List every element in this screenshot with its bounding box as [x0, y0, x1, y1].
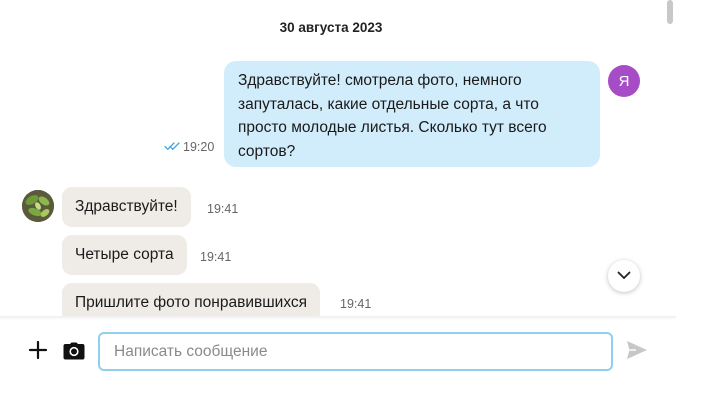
incoming-message-bubble: Пришлите фото понравившихся: [62, 283, 321, 316]
chevron-down-icon: [617, 267, 631, 285]
outgoing-message-line: запуталась, какие отдельные сорта, а что: [238, 95, 539, 113]
chat-messages-area[interactable]: 30 августа 2023 Я Здравствуйте! смотрела…: [0, 0, 676, 316]
outgoing-message-line: просто молодые листья. Сколько тут всего: [238, 119, 547, 137]
camera-icon: [63, 342, 85, 365]
incoming-message-bubble: Здравствуйте!: [62, 187, 191, 227]
camera-button[interactable]: [62, 341, 86, 365]
scroll-to-bottom-button[interactable]: [608, 260, 640, 292]
date-separator: 30 августа 2023: [279, 20, 383, 35]
scrollbar-thumb[interactable]: [667, 0, 673, 24]
scrollbar-track[interactable]: [664, 0, 676, 316]
outgoing-message-line: сортов?: [238, 142, 296, 160]
message-time: 19:41: [340, 297, 372, 311]
message-time: 19:20: [183, 140, 215, 154]
plus-icon: [28, 340, 48, 365]
my-avatar: Я: [608, 65, 640, 97]
outgoing-message-meta: 19:20: [164, 140, 214, 154]
composer-divider: [0, 316, 676, 320]
double-check-icon: [164, 140, 180, 154]
send-icon: [626, 340, 648, 365]
outgoing-message-line: Здравствуйте! смотрела фото, немного: [238, 72, 522, 89]
send-button[interactable]: [624, 340, 650, 364]
incoming-message-bubble: Четыре сорта: [62, 235, 187, 275]
outgoing-message-bubble: Здравствуйте! смотрела фото, немного зап…: [224, 61, 600, 167]
seller-avatar: [22, 190, 54, 222]
message-time: 19:41: [207, 202, 239, 216]
message-time: 19:41: [200, 250, 232, 264]
attach-button[interactable]: [26, 340, 50, 364]
message-input[interactable]: [98, 332, 613, 371]
